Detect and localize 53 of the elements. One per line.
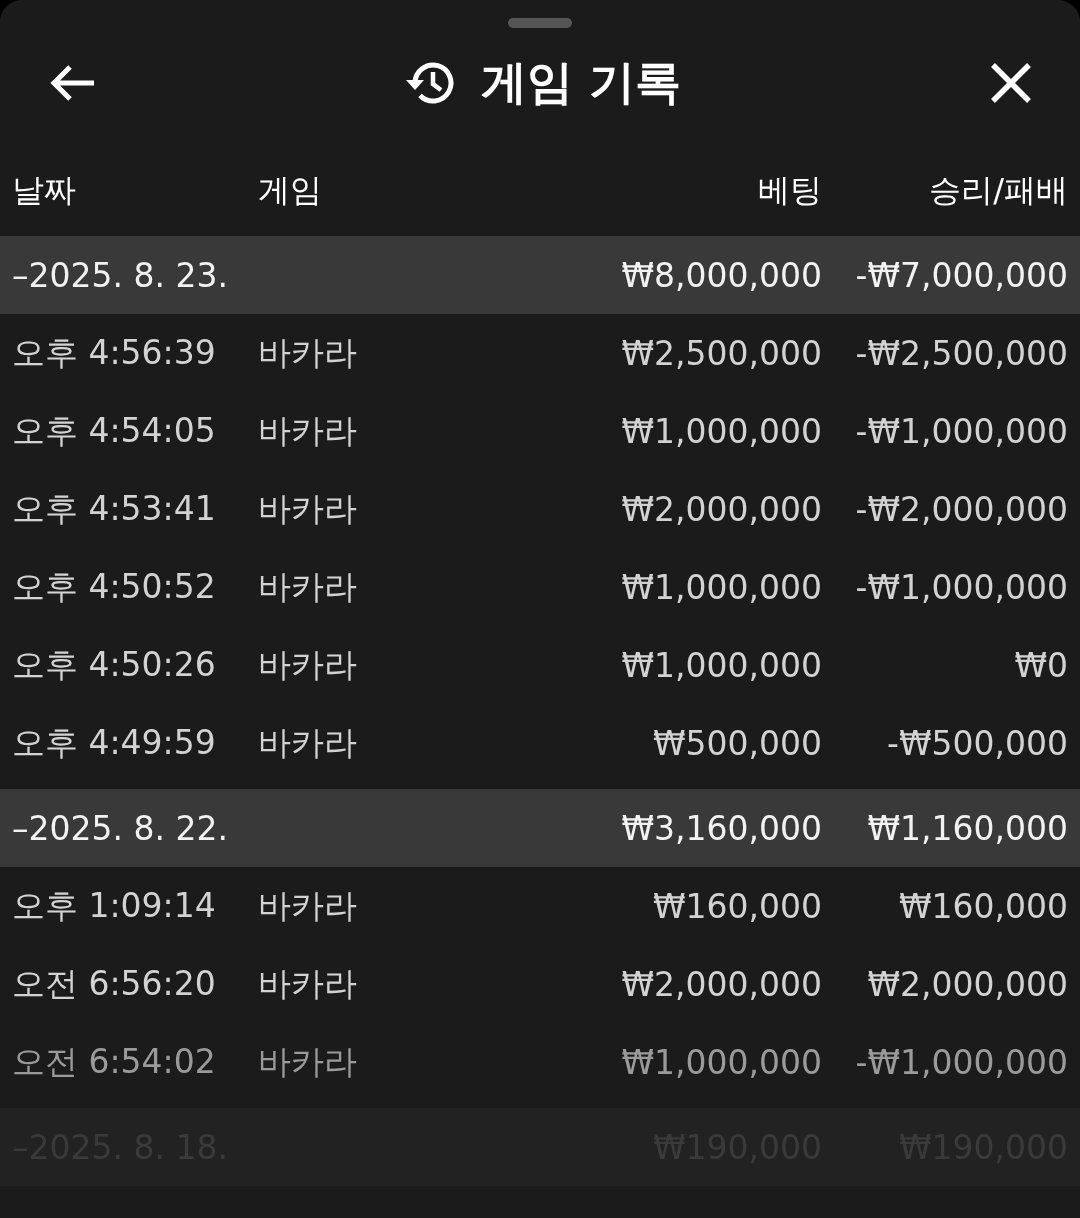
game-cell-text: 바카라	[258, 487, 358, 530]
game-cell-text: 바카라	[258, 721, 358, 764]
bet-cell-text: ₩1,000,000	[620, 567, 822, 607]
time-cell-text: 오후 4:56:39	[12, 331, 217, 374]
result-cell-text: ₩0	[1013, 645, 1068, 685]
group-date: –2025. 8. 22.	[12, 808, 229, 848]
column-header[interactable]: 베팅	[532, 169, 822, 213]
time-cell-text: 오후 4:50:52	[12, 565, 217, 608]
bet-cell-text: ₩500,000	[651, 723, 822, 763]
bet-cell-text: ₩160,000	[651, 886, 822, 926]
bet-cell-text: ₩2,500,000	[620, 333, 822, 373]
game-cell-text: 바카라	[258, 643, 358, 686]
bet-cell-text: ₩1,000,000	[620, 645, 822, 685]
bet-cell-text: ₩1,000,000	[620, 1042, 822, 1082]
group-bet-total: ₩3,160,000	[620, 808, 822, 848]
time-cell-text: 오후 4:50:26	[12, 643, 217, 686]
group-date: –2025. 8. 23.	[12, 255, 229, 295]
game-cell-text: 바카라	[258, 1040, 358, 1083]
close-icon[interactable]	[990, 62, 1032, 104]
result-cell-text: -₩1,000,000	[854, 567, 1068, 607]
time-cell-text: 오후 4:53:41	[12, 487, 217, 530]
group-bet-total: ₩8,000,000	[620, 255, 822, 295]
game-cell-text: 바카라	[258, 884, 358, 927]
result-cell-text: -₩1,000,000	[854, 411, 1068, 451]
history-icon	[405, 60, 455, 106]
result-cell-text: -₩2,000,000	[854, 489, 1068, 529]
result-cell-text: ₩2,000,000	[866, 964, 1068, 1004]
bet-cell-text: ₩2,000,000	[620, 964, 822, 1004]
game-cell-text: 바카라	[258, 565, 358, 608]
column-header[interactable]: 게임	[258, 169, 532, 213]
game-cell-text: 바카라	[258, 962, 358, 1005]
window-title: 게임 기록	[481, 54, 681, 111]
result-cell-text: -₩1,000,000	[854, 1042, 1068, 1082]
time-cell-text: 오후 4:54:05	[12, 409, 217, 452]
time-cell-text: 오전 6:54:02	[12, 1040, 217, 1083]
game-cell-text: 바카라	[258, 409, 358, 452]
column-header[interactable]: 승리/패배	[822, 169, 1068, 213]
date-group-row[interactable]: –2025. 8. 22. ₩3,160,000 ₩1,160,000	[0, 789, 1080, 867]
bet-cell-text: ₩1,000,000	[620, 411, 822, 451]
time-cell-text: 오후 1:09:14	[12, 884, 217, 927]
back-arrow-icon[interactable]	[50, 65, 96, 101]
time-cell-text: 오전 6:56:20	[12, 962, 217, 1005]
drag-handle[interactable]	[508, 18, 572, 28]
column-header[interactable]: 날짜	[12, 169, 258, 213]
result-cell-text: ₩160,000	[897, 886, 1068, 926]
result-cell-text: -₩500,000	[886, 723, 1068, 763]
result-cell-text: -₩2,500,000	[854, 333, 1068, 373]
game-cell-text: 바카라	[258, 331, 358, 374]
date-group-row[interactable]: –2025. 8. 23. ₩8,000,000 -₩7,000,000	[0, 236, 1080, 314]
bet-cell-text: ₩2,000,000	[620, 489, 822, 529]
time-cell-text: 오후 4:49:59	[12, 721, 217, 764]
group-result-total: ₩1,160,000	[866, 808, 1068, 848]
group-result-total: -₩7,000,000	[854, 255, 1068, 295]
